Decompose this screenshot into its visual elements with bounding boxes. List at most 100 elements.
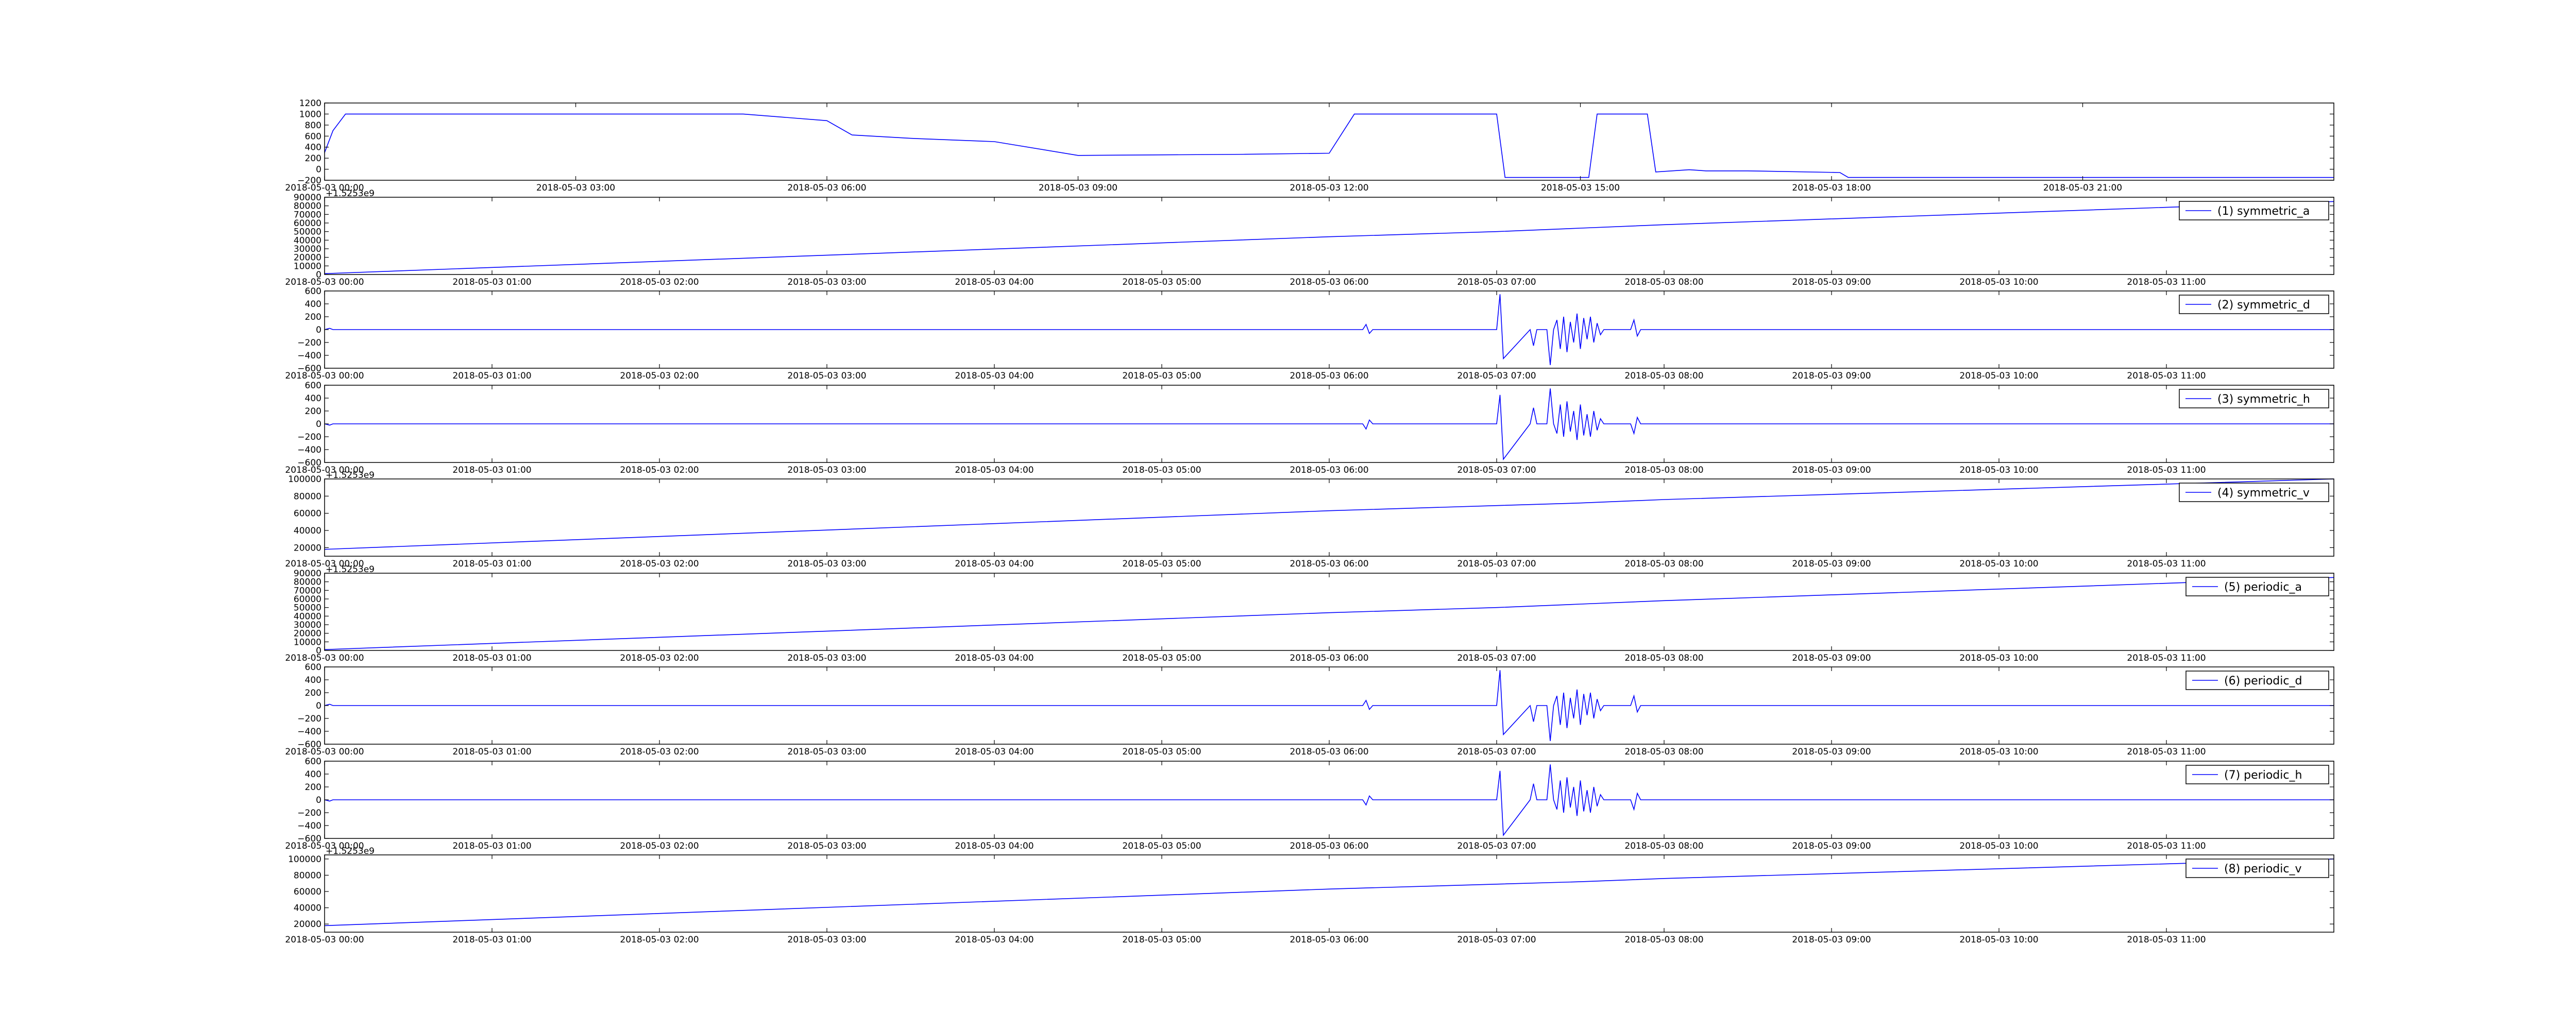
y-tick-label-6-3: 0 xyxy=(316,701,321,711)
y-tick-label-3-5: 400 xyxy=(305,393,321,404)
y-tick-label-7-5: 400 xyxy=(305,769,321,780)
x-tick-label-3-7: 2018-05-03 07:00 xyxy=(1457,465,1536,475)
x-tick-label-5-9: 2018-05-03 09:00 xyxy=(1792,653,1871,663)
y-tick-label-7-3: 0 xyxy=(316,795,321,805)
x-tick-label-6-6: 2018-05-03 06:00 xyxy=(1290,747,1368,757)
y-tick-label-3-4: 200 xyxy=(305,406,321,417)
y-tick-label-6-1: −400 xyxy=(297,727,321,737)
x-tick-label-5-3: 2018-05-03 03:00 xyxy=(787,653,866,663)
x-tick-label-6-5: 2018-05-03 05:00 xyxy=(1122,747,1201,757)
x-tick-label-7-2: 2018-05-03 02:00 xyxy=(620,841,699,851)
x-tick-label-0-5: 2018-05-03 15:00 xyxy=(1541,183,1620,193)
x-tick-label-1-10: 2018-05-03 10:00 xyxy=(1959,277,2038,287)
x-tick-label-8-4: 2018-05-03 04:00 xyxy=(955,935,1033,945)
y-tick-label-2-3: 0 xyxy=(316,325,321,335)
x-tick-label-4-4: 2018-05-03 04:00 xyxy=(955,559,1033,569)
x-tick-label-3-10: 2018-05-03 10:00 xyxy=(1959,465,2038,475)
y-tick-label-6-4: 200 xyxy=(305,688,321,698)
x-tick-label-4-5: 2018-05-03 05:00 xyxy=(1122,559,1201,569)
x-tick-label-7-6: 2018-05-03 06:00 xyxy=(1290,841,1368,851)
x-tick-label-5-2: 2018-05-03 02:00 xyxy=(620,653,699,663)
y-tick-label-4-2: 60000 xyxy=(294,509,321,519)
x-tick-label-2-4: 2018-05-03 04:00 xyxy=(955,371,1033,381)
x-tick-label-1-4: 2018-05-03 04:00 xyxy=(955,277,1033,287)
x-tick-label-1-9: 2018-05-03 09:00 xyxy=(1792,277,1871,287)
y-tick-label-6-6: 600 xyxy=(305,662,321,673)
legend-label-7: (7) periodic_h xyxy=(2224,769,2302,782)
y-tick-label-0-2: 200 xyxy=(305,153,321,164)
x-tick-label-6-8: 2018-05-03 08:00 xyxy=(1624,747,1703,757)
x-tick-label-7-1: 2018-05-03 01:00 xyxy=(452,841,531,851)
x-tick-label-8-8: 2018-05-03 08:00 xyxy=(1624,935,1703,945)
x-tick-label-1-8: 2018-05-03 08:00 xyxy=(1624,277,1703,287)
x-tick-label-5-11: 2018-05-03 11:00 xyxy=(2127,653,2206,663)
x-tick-label-2-8: 2018-05-03 08:00 xyxy=(1624,371,1703,381)
x-tick-label-0-2: 2018-05-03 06:00 xyxy=(787,183,866,193)
y-tick-label-2-5: 400 xyxy=(305,299,321,310)
x-tick-label-5-4: 2018-05-03 04:00 xyxy=(955,653,1033,663)
x-tick-label-3-2: 2018-05-03 02:00 xyxy=(620,465,699,475)
x-tick-label-1-11: 2018-05-03 11:00 xyxy=(2127,277,2206,287)
y-tick-label-3-3: 0 xyxy=(316,419,321,430)
y-tick-label-2-1: −400 xyxy=(297,351,321,361)
x-tick-label-5-8: 2018-05-03 08:00 xyxy=(1624,653,1703,663)
legend-label-1: (1) symmetric_a xyxy=(2217,205,2310,218)
y-tick-label-0-3: 400 xyxy=(305,143,321,153)
x-tick-label-4-1: 2018-05-03 01:00 xyxy=(452,559,531,569)
x-tick-label-8-6: 2018-05-03 06:00 xyxy=(1290,935,1368,945)
x-tick-label-4-2: 2018-05-03 02:00 xyxy=(620,559,699,569)
x-tick-label-6-1: 2018-05-03 01:00 xyxy=(452,747,531,757)
y-tick-label-2-4: 200 xyxy=(305,312,321,322)
y-tick-label-4-0: 20000 xyxy=(294,543,321,553)
y-tick-label-4-3: 80000 xyxy=(294,491,321,502)
x-tick-label-6-3: 2018-05-03 03:00 xyxy=(787,747,866,757)
y-tick-label-2-2: −200 xyxy=(297,338,321,348)
x-tick-label-3-9: 2018-05-03 09:00 xyxy=(1792,465,1871,475)
x-tick-label-1-5: 2018-05-03 05:00 xyxy=(1122,277,1201,287)
y-tick-label-0-6: 1000 xyxy=(299,109,321,119)
x-tick-label-6-7: 2018-05-03 07:00 xyxy=(1457,747,1536,757)
x-tick-label-8-9: 2018-05-03 09:00 xyxy=(1792,935,1871,945)
x-tick-label-4-9: 2018-05-03 09:00 xyxy=(1792,559,1871,569)
x-tick-label-8-7: 2018-05-03 07:00 xyxy=(1457,935,1536,945)
x-tick-label-5-6: 2018-05-03 06:00 xyxy=(1290,653,1368,663)
x-tick-label-1-2: 2018-05-03 02:00 xyxy=(620,277,699,287)
x-tick-label-6-9: 2018-05-03 09:00 xyxy=(1792,747,1871,757)
x-tick-label-4-7: 2018-05-03 07:00 xyxy=(1457,559,1536,569)
y-tick-label-3-1: −400 xyxy=(297,445,321,455)
y-tick-label-6-5: 400 xyxy=(305,675,321,685)
y-tick-label-2-6: 600 xyxy=(305,286,321,297)
x-tick-label-2-10: 2018-05-03 10:00 xyxy=(1959,371,2038,381)
x-tick-label-2-9: 2018-05-03 09:00 xyxy=(1792,371,1871,381)
x-tick-label-1-7: 2018-05-03 07:00 xyxy=(1457,277,1536,287)
y-tick-label-0-1: 0 xyxy=(316,165,321,175)
x-tick-label-5-7: 2018-05-03 07:00 xyxy=(1457,653,1536,663)
offset-text-5: +1.5253e9 xyxy=(326,564,375,575)
x-tick-label-5-0: 2018-05-03 00:00 xyxy=(285,653,364,663)
x-tick-label-3-1: 2018-05-03 01:00 xyxy=(452,465,531,475)
x-tick-label-3-5: 2018-05-03 05:00 xyxy=(1122,465,1201,475)
x-tick-label-5-10: 2018-05-03 10:00 xyxy=(1959,653,2038,663)
y-tick-label-4-1: 40000 xyxy=(294,526,321,536)
x-tick-label-2-11: 2018-05-03 11:00 xyxy=(2127,371,2206,381)
x-tick-label-2-6: 2018-05-03 06:00 xyxy=(1290,371,1368,381)
x-tick-label-2-1: 2018-05-03 01:00 xyxy=(452,371,531,381)
x-tick-label-0-3: 2018-05-03 09:00 xyxy=(1039,183,1117,193)
x-tick-label-0-6: 2018-05-03 18:00 xyxy=(1792,183,1871,193)
x-tick-label-8-3: 2018-05-03 03:00 xyxy=(787,935,866,945)
x-tick-label-0-4: 2018-05-03 12:00 xyxy=(1290,183,1368,193)
x-tick-label-4-3: 2018-05-03 03:00 xyxy=(787,559,866,569)
x-tick-label-0-7: 2018-05-03 21:00 xyxy=(2043,183,2122,193)
x-tick-label-3-8: 2018-05-03 08:00 xyxy=(1624,465,1703,475)
legend-label-8: (8) periodic_v xyxy=(2224,863,2301,876)
legend-label-3: (3) symmetric_h xyxy=(2217,393,2310,406)
y-tick-label-7-6: 600 xyxy=(305,757,321,767)
x-tick-label-3-6: 2018-05-03 06:00 xyxy=(1290,465,1368,475)
legend-label-2: (2) symmetric_d xyxy=(2217,299,2310,312)
x-tick-label-7-4: 2018-05-03 04:00 xyxy=(955,841,1033,851)
x-tick-label-6-2: 2018-05-03 02:00 xyxy=(620,747,699,757)
y-tick-label-3-2: −200 xyxy=(297,432,321,442)
x-tick-label-4-10: 2018-05-03 10:00 xyxy=(1959,559,2038,569)
offset-text-1: +1.5253e9 xyxy=(326,188,375,199)
offset-text-8: +1.5253e9 xyxy=(326,846,375,856)
